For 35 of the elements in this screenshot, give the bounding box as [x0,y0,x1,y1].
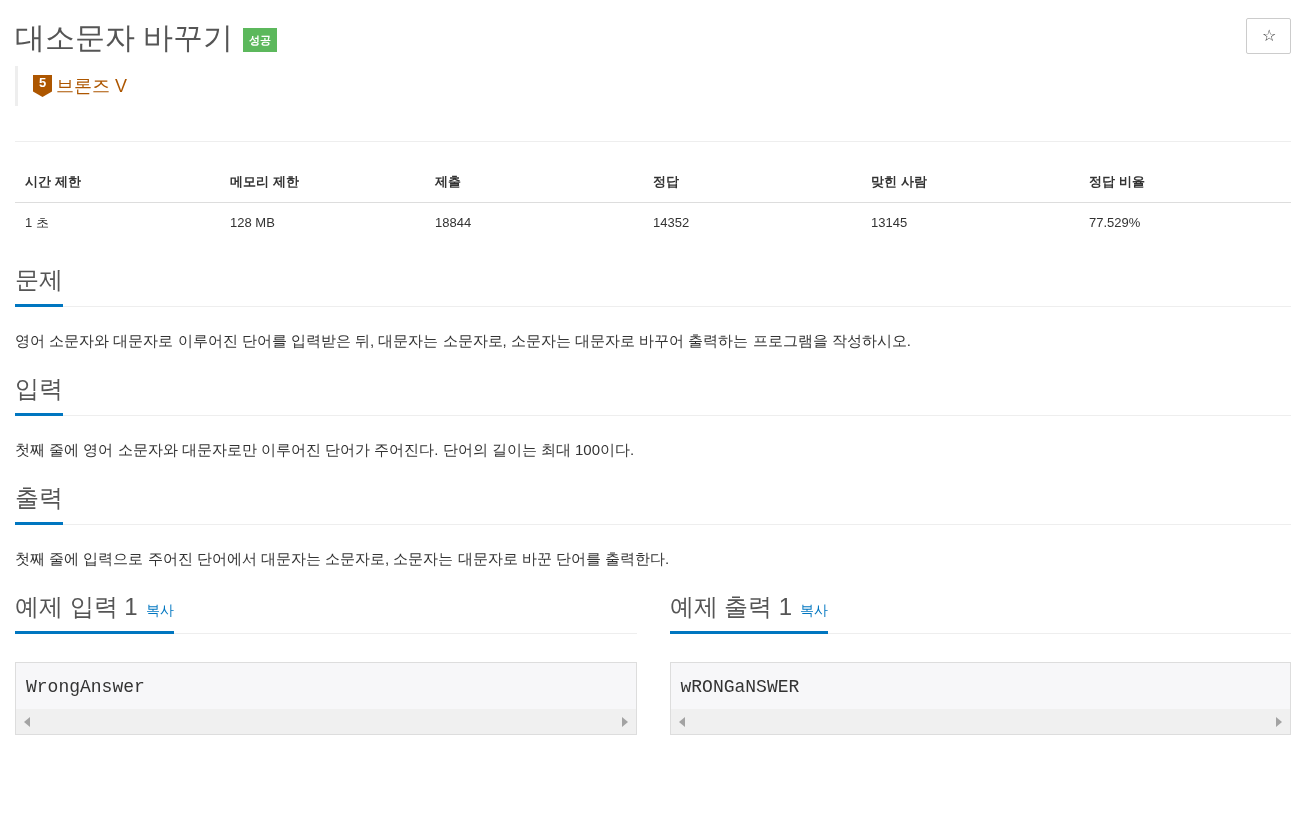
copy-link[interactable]: 복사 [145,600,174,621]
table-cell: 128 MB [220,202,425,242]
section-text: 첫째 줄에 입력으로 주어진 단어에서 대문자는 소문자로, 소문자는 대문자로 바꾼 단어를 출력한다. [15,549,671,569]
column-header: 시간 제한 [15,162,220,202]
table-cell: 77.529% [1079,202,1291,242]
column-header: 정답 [643,162,861,202]
horizontal-scrollbar[interactable] [670,709,1290,734]
table-cell: 1 초 [15,202,220,242]
sample-text: wRONGaNSWER [679,676,801,699]
column-header: 제출 [425,162,643,202]
favorite-button[interactable]: ☆ [1246,18,1291,54]
column-header: 정답 비율 [1079,162,1291,202]
tier-badge-icon: 5 [33,75,52,97]
column-header: 맞힌 사람 [861,162,1079,202]
scroll-left-icon[interactable] [678,716,685,727]
section-heading: 예제 입력 1 [15,592,138,622]
horizontal-scrollbar[interactable] [16,709,636,734]
section-heading: 예제 출력 1 [669,592,793,622]
scroll-right-icon[interactable] [621,716,628,727]
copy-link[interactable]: 복사 [800,600,829,621]
table-cell: 13145 [861,202,1079,242]
table-cell: 18844 [425,202,643,242]
sample-text: WrongAnswer [25,676,146,699]
tier-link[interactable]: 브론즈 V [56,72,127,100]
section-heading: 입력 [15,374,63,404]
section-text: 영어 소문자와 대문자로 이루어진 단어를 입력받은 뒤, 대문자는 소문자로, 소문자는 대문자로 바꾸어 출력하는 프로그램을 작성하시오. [15,331,912,351]
section-heading: 출력 [15,483,63,513]
result-label: 성공 [243,27,278,53]
problem-title: 대소문자 바꾸기 [15,20,234,56]
scroll-right-icon[interactable] [1276,716,1282,727]
table-cell: 14352 [643,202,861,242]
column-header: 메모리 제한 [220,162,425,202]
scroll-left-icon[interactable] [24,716,30,727]
section-heading: 문제 [15,265,63,295]
section-text: 첫째 줄에 영어 소문자와 대문자로만 이루어진 단어가 주어진다. 단어의 길이는 최대 100이다. [15,440,636,460]
